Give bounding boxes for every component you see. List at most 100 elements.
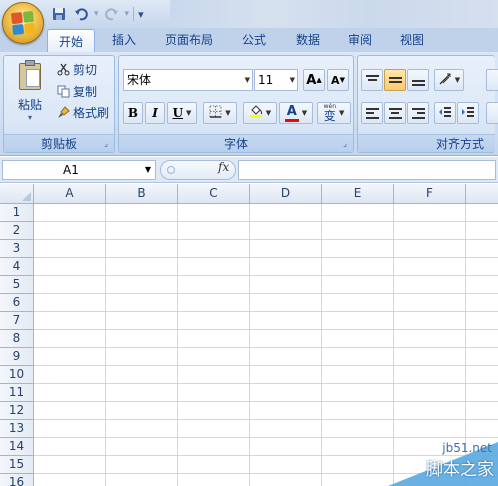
font-group: 宋体 ▼ 11 ▼ A ▲ A ▼ B I U ▼ ▼ ▼ A ▼ wén 变 … (118, 55, 354, 153)
increase-indent-button[interactable] (457, 102, 479, 124)
redo-dropdown-icon[interactable]: ▾ (125, 9, 130, 19)
row-header[interactable]: 2 (0, 222, 34, 240)
watermark: jb51.net 脚本之家 (378, 436, 498, 486)
cut-label: 剪切 (73, 62, 98, 77)
align-right-icon (411, 107, 425, 119)
row-header[interactable]: 16 (0, 474, 34, 486)
office-logo-icon (10, 10, 36, 36)
bottom-align-button[interactable] (407, 69, 429, 91)
font-color-label: A (286, 103, 297, 119)
bold-button[interactable]: B (123, 102, 143, 124)
chevron-down-icon[interactable]: ▼ (145, 161, 151, 179)
name-box[interactable]: A1 ▼ (2, 160, 156, 180)
tab-review[interactable]: 审阅 (340, 28, 380, 52)
column-header-e[interactable]: E (322, 184, 394, 204)
row-header[interactable]: 1 (0, 204, 34, 222)
italic-button[interactable]: I (145, 102, 165, 124)
align-center-button[interactable] (384, 102, 406, 124)
row-header[interactable]: 6 (0, 294, 34, 312)
column-header-a[interactable]: A (34, 184, 106, 204)
row-header[interactable]: 8 (0, 330, 34, 348)
orientation-button[interactable]: ▼ (434, 69, 464, 91)
formula-bar: A1 ▼ fx (0, 157, 498, 183)
font-launcher-icon[interactable]: ⌟ (340, 139, 350, 149)
row-header[interactable]: 11 (0, 384, 34, 402)
column-header-d[interactable]: D (250, 184, 322, 204)
chevron-down-icon: ▼ (339, 109, 345, 117)
tab-view[interactable]: 视图 (392, 28, 432, 52)
tab-data[interactable]: 数据 (288, 28, 328, 52)
chevron-down-icon: ▼ (454, 76, 461, 84)
row-header[interactable]: 14 (0, 438, 34, 456)
paste-button[interactable]: 粘贴 ▾ (10, 60, 50, 132)
tab-insert[interactable]: 插入 (104, 28, 144, 52)
alignment-group: ▼ 对齐方式 (357, 55, 498, 153)
undo-icon[interactable] (72, 5, 90, 23)
fill-color-button[interactable]: ▼ (243, 102, 277, 124)
phonetic-guide-button[interactable]: wén 变 ▼ (317, 102, 351, 124)
middle-align-button[interactable] (384, 69, 406, 91)
title-bar: ▾ ▾ ▾ (0, 0, 498, 28)
customize-qat-icon[interactable]: ▾ (138, 8, 144, 21)
underline-button[interactable]: U ▼ (167, 102, 197, 124)
merge-center-button[interactable] (486, 102, 498, 124)
formula-input[interactable] (238, 160, 496, 180)
cut-button[interactable]: 剪切 (56, 60, 97, 78)
row-header[interactable]: 3 (0, 240, 34, 258)
copy-button[interactable]: 复制 (56, 82, 97, 100)
align-right-button[interactable] (407, 102, 429, 124)
ribbon-tab-bar: 开始 插入 页面布局 公式 数据 审阅 视图 (0, 28, 498, 53)
tab-formulas[interactable]: 公式 (234, 28, 274, 52)
paste-dropdown-icon[interactable]: ▾ (10, 113, 50, 122)
paint-bucket-icon (249, 104, 263, 122)
quick-access-toolbar: ▾ ▾ ▾ (50, 4, 144, 24)
insert-function-button[interactable]: fx (218, 160, 229, 174)
row-header[interactable]: 12 (0, 402, 34, 420)
select-all-button[interactable] (0, 184, 34, 204)
row-header[interactable]: 7 (0, 312, 34, 330)
tab-home[interactable]: 开始 (47, 29, 95, 53)
clipboard-group-label: 剪贴板 (4, 134, 114, 152)
column-header-g[interactable] (466, 184, 498, 204)
font-name-combo[interactable]: 宋体 ▼ (123, 69, 253, 91)
ribbon: 粘贴 ▾ 剪切 复制 格式刷 剪贴板 ⌟ 宋体 ▼ 11 ▼ A ▲ A ▼ B… (0, 52, 498, 156)
font-size-combo[interactable]: 11 ▼ (254, 69, 298, 91)
redo-icon[interactable] (103, 5, 121, 23)
tab-page-layout[interactable]: 页面布局 (156, 28, 222, 52)
align-left-button[interactable] (361, 102, 383, 124)
format-painter-label: 格式刷 (73, 105, 110, 120)
decrease-indent-icon (438, 106, 452, 121)
clipboard-launcher-icon[interactable]: ⌟ (101, 139, 111, 149)
row-header[interactable]: 13 (0, 420, 34, 438)
align-center-icon (388, 107, 402, 119)
row-header[interactable]: 15 (0, 456, 34, 474)
format-painter-button[interactable]: 格式刷 (56, 103, 109, 121)
borders-button[interactable]: ▼ (203, 102, 237, 124)
top-align-button[interactable] (361, 69, 383, 91)
clipboard-group: 粘贴 ▾ 剪切 复制 格式刷 剪贴板 ⌟ (3, 55, 115, 153)
qat-separator (133, 7, 135, 21)
shrink-font-button[interactable]: A ▼ (327, 69, 349, 91)
row-header[interactable]: 9 (0, 348, 34, 366)
column-header-c[interactable]: C (178, 184, 250, 204)
wrap-text-button[interactable] (486, 69, 498, 91)
text-orientation-icon (438, 72, 452, 89)
row-header[interactable]: 10 (0, 366, 34, 384)
row-header[interactable]: 5 (0, 276, 34, 294)
font-color-button[interactable]: A ▼ (279, 102, 313, 124)
save-icon[interactable] (50, 5, 68, 23)
office-button[interactable] (2, 2, 44, 44)
undo-dropdown-icon[interactable]: ▾ (94, 9, 99, 19)
italic-label: I (152, 106, 158, 120)
column-header-f[interactable]: F (394, 184, 466, 204)
underline-label: U (172, 106, 184, 120)
chevron-down-icon: ▼ (301, 109, 308, 117)
grow-font-button[interactable]: A ▲ (303, 69, 325, 91)
row-header[interactable]: 4 (0, 258, 34, 276)
paste-label: 粘贴 (17, 98, 42, 112)
decrease-indent-button[interactable] (434, 102, 456, 124)
paste-icon (17, 60, 43, 90)
chevron-down-icon: ▼ (186, 109, 192, 117)
column-header-b[interactable]: B (106, 184, 178, 204)
paintbrush-icon (56, 105, 70, 119)
